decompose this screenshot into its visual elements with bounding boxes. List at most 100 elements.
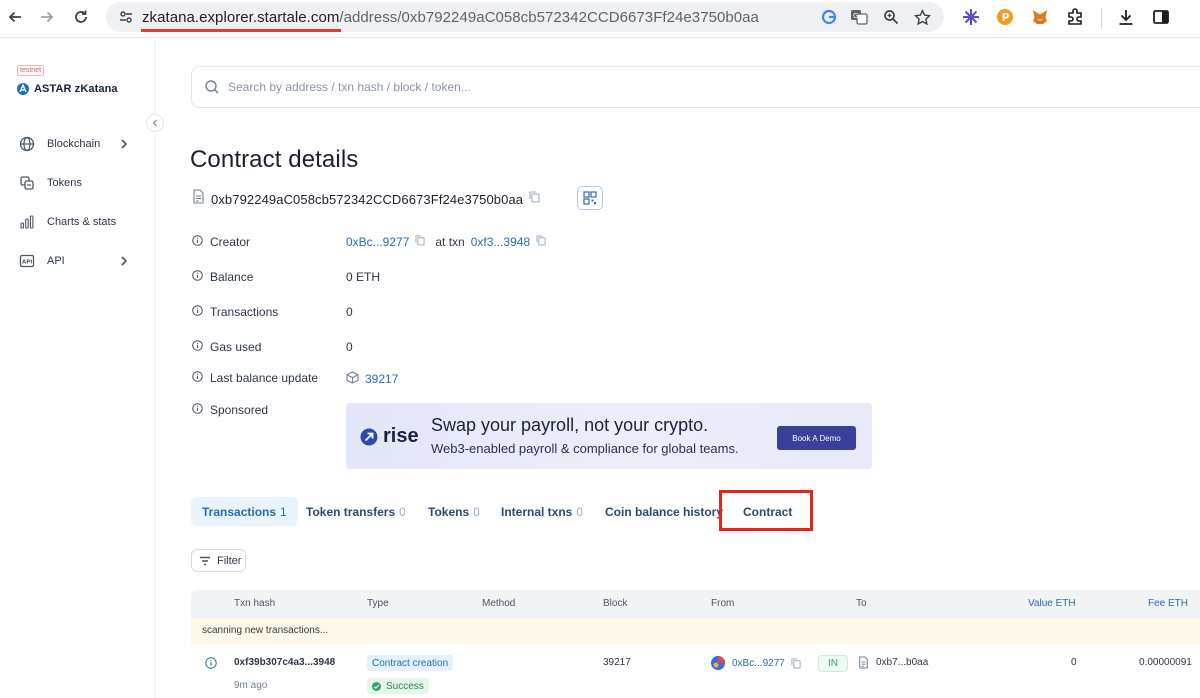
collapse-sidebar-button[interactable] — [146, 114, 164, 132]
copy-icon[interactable] — [791, 657, 801, 669]
search-bar[interactable] — [191, 66, 1200, 108]
brand-logo[interactable]: ASTAR zKatana — [16, 82, 118, 96]
url-highlight-underline — [141, 29, 341, 32]
copy-icon[interactable] — [415, 235, 425, 249]
translate-icon[interactable]: G — [850, 8, 868, 26]
gas-used-label: Gas used — [210, 340, 262, 354]
tab-internal-txns[interactable]: Internal txns 0 — [501, 497, 583, 526]
to-cell: 0xb7...b0aa — [858, 656, 928, 669]
globe-icon — [18, 135, 36, 153]
address-avatar-icon — [711, 656, 725, 670]
search-icon — [204, 79, 220, 100]
info-icon[interactable] — [192, 371, 203, 385]
filter-icon — [200, 556, 210, 565]
reload-icon[interactable] — [70, 6, 92, 28]
sidebar: testnet ASTAR zKatana Blockchain Tokens … — [0, 39, 164, 698]
sponsored-label-row: Sponsored — [192, 403, 268, 417]
last-balance-update-label: Last balance update — [210, 371, 319, 385]
tab-count: 0 — [576, 504, 584, 519]
last-update-label-row: Last balance update — [192, 371, 318, 385]
tab-transactions[interactable]: Transactions 1 — [191, 497, 298, 526]
url-text[interactable]: zkatana.explorer.startale.com/address/0x… — [142, 9, 759, 26]
tab-count: 0 — [399, 504, 406, 519]
sidebar-item-label: API — [47, 255, 65, 267]
last-balance-update-value: 39217 — [346, 371, 398, 387]
sponsored-banner[interactable]: rise Swap your payroll, not your crypto.… — [346, 403, 872, 469]
google-icon[interactable] — [820, 8, 838, 26]
column-header: Type — [367, 598, 389, 609]
info-icon[interactable] — [192, 270, 203, 284]
tab-coin-balance-history[interactable]: Coin balance history — [605, 497, 723, 526]
back-icon[interactable] — [4, 6, 26, 28]
txn-type-badge: Contract creation — [367, 655, 454, 671]
value-column-header[interactable]: Value ETH — [1028, 598, 1076, 609]
tab-token-transfers[interactable]: Token transfers 0 — [306, 497, 406, 526]
gas-label-row: Gas used — [192, 340, 261, 354]
tab-label: Coin balance history — [605, 504, 724, 519]
transactions-label: Transactions — [210, 305, 279, 319]
zoom-icon[interactable] — [882, 8, 900, 26]
bookmark-star-icon[interactable] — [913, 8, 931, 26]
gas-used-value: 0 — [346, 340, 353, 354]
copy-icon[interactable] — [536, 235, 546, 249]
info-icon[interactable] — [192, 340, 203, 354]
balance-label: Balance — [210, 270, 254, 284]
url-path: /address/0xb792249aC058cb572342CCD6673Ff… — [339, 9, 759, 26]
txn-age: 9m ago — [234, 680, 268, 691]
filter-label: Filter — [217, 554, 242, 567]
block-cube-icon — [346, 371, 359, 387]
txn-hash-link[interactable]: 0xf39b307c4a3...3948 — [234, 657, 335, 668]
txn-block-link[interactable]: 39217 — [603, 657, 631, 668]
chevron-right-icon — [118, 254, 130, 272]
astar-logo-icon — [17, 83, 29, 95]
extension-coin-icon[interactable]: P — [995, 7, 1015, 27]
block-link[interactable]: 39217 — [365, 372, 398, 386]
side-panel-icon[interactable] — [1151, 7, 1171, 27]
sidebar-item-charts[interactable]: Charts & stats — [18, 211, 136, 233]
contract-address-row: 0xb792249aC058cb572342CCD6673Ff24e3750b0… — [192, 188, 540, 210]
bar-chart-icon — [18, 213, 36, 231]
sidebar-item-blockchain[interactable]: Blockchain — [18, 133, 136, 155]
qr-code-button[interactable] — [577, 186, 603, 210]
tab-label: Tokens — [428, 504, 470, 519]
column-header: Method — [482, 598, 516, 609]
sidebar-item-label: Charts & stats — [47, 216, 117, 228]
transactions-label-row: Transactions — [192, 305, 278, 319]
download-icon[interactable] — [1116, 7, 1136, 27]
info-icon[interactable] — [205, 657, 217, 669]
rise-logo-icon — [360, 428, 378, 445]
info-icon[interactable] — [192, 403, 203, 417]
fee-column-header[interactable]: Fee ETH — [1148, 598, 1188, 609]
contract-file-icon — [192, 189, 205, 209]
metamask-fox-icon[interactable] — [1030, 7, 1050, 27]
column-header: Txn hash — [234, 598, 276, 609]
chevron-right-icon — [118, 137, 130, 155]
svg-text:G: G — [853, 12, 858, 20]
tab-tokens[interactable]: Tokens 0 — [428, 497, 480, 526]
txn-status-badge: Success — [367, 678, 429, 694]
browser-toolbar: zkatana.explorer.startale.com/address/0x… — [0, 0, 1200, 38]
info-icon[interactable] — [192, 235, 203, 249]
copy-icon[interactable] — [529, 190, 540, 208]
extensions-puzzle-icon[interactable] — [1065, 7, 1085, 27]
testnet-badge: testnet — [17, 65, 45, 76]
creator-address-link[interactable]: 0xBc...9277 — [346, 235, 409, 249]
filter-button[interactable]: Filter — [191, 549, 246, 572]
site-settings-icon[interactable] — [118, 9, 134, 30]
search-input[interactable] — [228, 77, 828, 97]
address-bar[interactable]: zkatana.explorer.startale.com/address/0x… — [106, 2, 944, 32]
creator-value: 0xBc...9277 at txn 0xf3...3948 — [346, 235, 546, 249]
sidebar-item-tokens[interactable]: Tokens — [18, 172, 136, 194]
ad-brand: rise — [360, 425, 419, 448]
tab-count: 1 — [280, 504, 287, 519]
creator-txn-link[interactable]: 0xf3...3948 — [471, 235, 530, 249]
sidebar-item-api[interactable]: API API — [18, 250, 136, 272]
extension-sparkle-icon[interactable] — [961, 7, 981, 27]
from-address-link[interactable]: 0xBc...9277 — [732, 658, 785, 669]
column-header: From — [711, 598, 735, 609]
info-icon[interactable] — [192, 305, 203, 319]
transactions-table-header: Txn hash Type Method Block From To Value… — [191, 590, 1200, 619]
book-demo-button[interactable]: Book A Demo — [777, 426, 856, 450]
forward-icon[interactable] — [36, 6, 58, 28]
url-host: zkatana.explorer.startale.com — [142, 9, 340, 26]
